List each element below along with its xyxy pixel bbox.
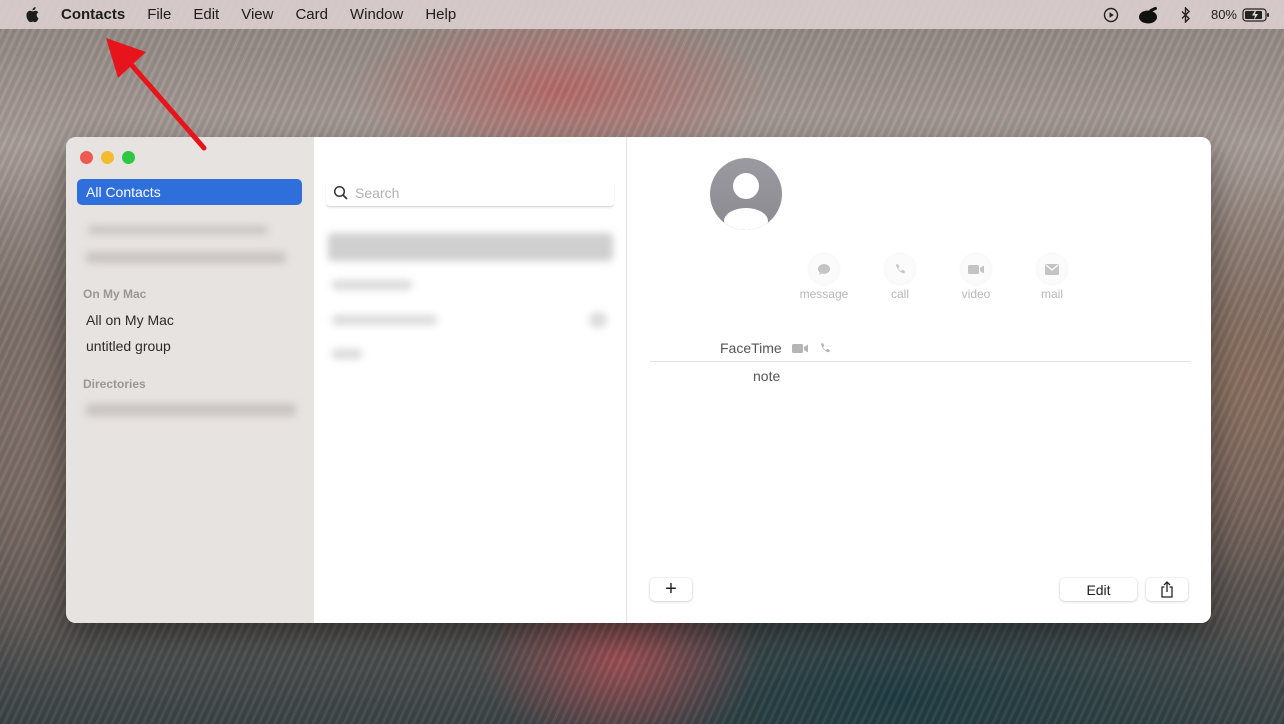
- blurred-directory-item[interactable]: [86, 404, 296, 416]
- menu-help[interactable]: Help: [425, 6, 456, 23]
- mail-button[interactable]: mail: [1014, 254, 1090, 301]
- annotation-arrow: [106, 38, 207, 151]
- call-label: call: [890, 287, 909, 301]
- menu-bar: Contacts File Edit View Card Window Help…: [0, 0, 1284, 29]
- person-icon: [724, 173, 768, 230]
- search-placeholder: Search: [355, 185, 400, 201]
- section-on-my-mac: On My Mac: [83, 287, 147, 301]
- add-contact-button[interactable]: +: [650, 578, 692, 601]
- menu-card[interactable]: Card: [295, 6, 328, 23]
- menu-contacts[interactable]: Contacts: [61, 6, 125, 23]
- facetime-video-icon[interactable]: [791, 343, 809, 354]
- mail-icon: [1045, 263, 1059, 275]
- menu-window[interactable]: Window: [350, 6, 403, 23]
- video-label: video: [961, 287, 991, 301]
- app-extra-icon[interactable]: [1137, 6, 1159, 24]
- play-circle-icon[interactable]: [1103, 7, 1119, 23]
- sidebar-item-untitled-group[interactable]: untitled group: [86, 338, 171, 354]
- bluetooth-icon[interactable]: [1181, 6, 1191, 23]
- message-icon: [818, 263, 830, 275]
- search-icon: [333, 185, 348, 200]
- sidebar-item-all-contacts[interactable]: All Contacts: [77, 179, 302, 205]
- mail-label: mail: [1040, 287, 1063, 301]
- video-button[interactable]: video: [938, 254, 1014, 301]
- call-button[interactable]: call: [862, 254, 938, 301]
- blurred-contact-badge: [589, 312, 607, 328]
- note-label[interactable]: note: [753, 368, 780, 384]
- sidebar: All Contacts On My Mac All on My Mac unt…: [66, 137, 314, 623]
- facetime-audio-icon[interactable]: [819, 342, 832, 355]
- sidebar-item-all-on-my-mac[interactable]: All on My Mac: [86, 312, 174, 328]
- close-button[interactable]: [80, 151, 93, 164]
- blurred-contact-row[interactable]: [332, 349, 362, 359]
- battery-charging-icon[interactable]: [1242, 7, 1270, 22]
- divider: [650, 361, 1191, 362]
- section-directories: Directories: [83, 377, 146, 391]
- share-button[interactable]: [1146, 578, 1188, 601]
- contact-avatar: [710, 158, 782, 230]
- search-field[interactable]: Search: [326, 180, 614, 207]
- contact-detail: message call video mail FaceTime note + …: [628, 137, 1211, 623]
- share-icon: [1161, 581, 1173, 598]
- blurred-contact-row[interactable]: [332, 280, 412, 290]
- apple-menu-icon[interactable]: [24, 6, 40, 23]
- video-icon: [968, 264, 984, 274]
- contact-actions: message call video mail: [786, 254, 1090, 301]
- edit-button[interactable]: Edit: [1060, 578, 1137, 601]
- message-label: message: [799, 287, 849, 301]
- message-button[interactable]: message: [786, 254, 862, 301]
- blurred-account-item[interactable]: [86, 252, 286, 263]
- menu-edit[interactable]: Edit: [193, 6, 219, 23]
- facetime-label: FaceTime: [720, 340, 782, 356]
- battery-percent: 80%: [1210, 7, 1237, 22]
- phone-icon: [895, 263, 905, 273]
- facetime-row: FaceTime: [720, 340, 832, 356]
- contacts-window: All Contacts On My Mac All on My Mac unt…: [66, 137, 1211, 623]
- contact-list: Search: [314, 137, 627, 623]
- menu-view[interactable]: View: [241, 6, 273, 23]
- blurred-contact-row[interactable]: [332, 315, 437, 325]
- blurred-contact-row-selected[interactable]: [328, 233, 613, 261]
- menu-file[interactable]: File: [147, 6, 171, 23]
- blurred-account-header: [88, 226, 268, 234]
